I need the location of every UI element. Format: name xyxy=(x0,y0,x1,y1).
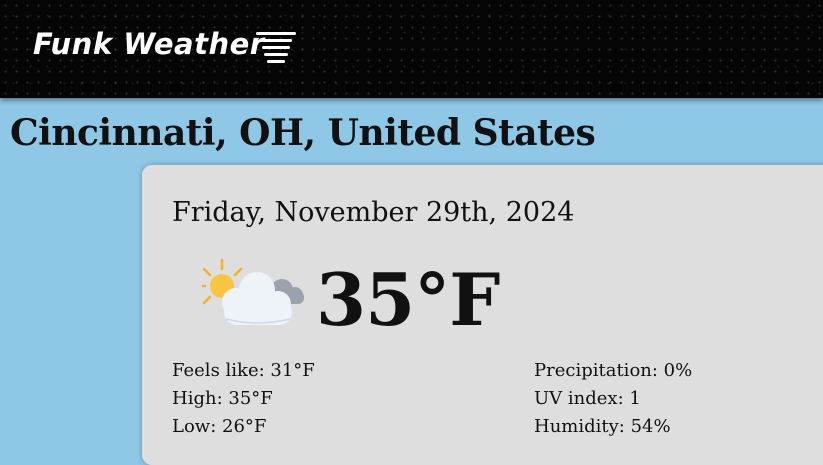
stat-label: UV index: xyxy=(534,388,624,409)
menu-button[interactable] xyxy=(254,30,298,68)
stat-value: 0% xyxy=(663,360,693,381)
current-date: Friday, November 29th, 2024 xyxy=(172,197,575,228)
stat-label: Humidity: xyxy=(534,416,625,437)
partly-cloudy-icon xyxy=(202,258,304,325)
location-title: Cincinnati, OH, United States xyxy=(10,112,596,154)
stat-value: 31°F xyxy=(270,360,315,381)
top-navbar: Funk Weather xyxy=(0,0,823,98)
brand-logo[interactable]: Funk Weather xyxy=(33,27,265,61)
weather-card: Friday, November 29th, 2024 35°F Feels l… xyxy=(142,165,823,465)
stat-uv-index: UV index: 1 xyxy=(534,385,692,413)
stats-left: Feels like: 31°F High: 35°F Low: 26°F xyxy=(172,357,315,441)
stat-value: 35°F xyxy=(228,388,273,409)
current-temperature: 35°F xyxy=(316,257,500,342)
stat-label: Precipitation: xyxy=(534,360,658,381)
stats-right: Precipitation: 0% UV index: 1 Humidity: … xyxy=(534,357,692,441)
stat-label: High: xyxy=(172,388,223,409)
stat-precipitation: Precipitation: 0% xyxy=(534,357,692,385)
stat-high: High: 35°F xyxy=(172,385,315,413)
stat-feels-like: Feels like: 31°F xyxy=(172,357,315,385)
stat-value: 1 xyxy=(629,388,641,409)
stat-label: Low: xyxy=(172,416,217,437)
stat-label: Feels like: xyxy=(172,360,265,381)
stat-value: 26°F xyxy=(222,416,267,437)
stat-value: 54% xyxy=(630,416,671,437)
stat-humidity: Humidity: 54% xyxy=(534,413,692,441)
menu-icon xyxy=(256,32,296,63)
stat-low: Low: 26°F xyxy=(172,413,315,441)
